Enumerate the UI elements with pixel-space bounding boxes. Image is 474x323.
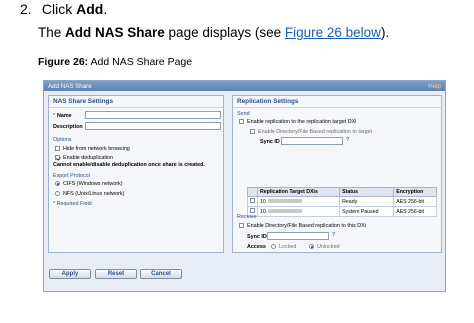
figure-caption-label: Figure 26: (38, 56, 89, 68)
send-sync-id-help-icon[interactable]: ? (346, 137, 349, 143)
desc-suffix: ). (380, 25, 390, 40)
row-encryption: AES 256-bit (393, 206, 437, 217)
nfs-radio[interactable] (55, 191, 60, 196)
name-label: Name (57, 113, 72, 119)
table-header-encryption: Encryption (393, 187, 437, 197)
add-nas-share-dialog: Add NAS Share Help NAS Share Settings * … (43, 80, 446, 292)
table-header-status: Status (339, 187, 395, 197)
send-section-label: Send (237, 111, 250, 117)
hide-browsing-checkbox[interactable] (55, 146, 60, 151)
name-input[interactable] (85, 111, 221, 119)
figure-caption: Figure 26: Add NAS Share Page (38, 56, 192, 68)
send-sync-id-label: Sync ID (260, 139, 280, 145)
table-header-target: Replication Target DXis (256, 187, 341, 197)
receive-sync-id-input[interactable] (267, 232, 329, 240)
step-instruction: 2. Click Add. (20, 1, 107, 17)
dialog-title: Add NAS Share (48, 82, 92, 90)
row-status: Ready (339, 196, 395, 207)
step-text-prefix: Click (41, 1, 77, 17)
enable-replication-label: Enable replication to the replication ta… (247, 119, 357, 125)
step-text-suffix: . (103, 1, 108, 17)
dedup-warning: Cannot enable/disable deduplication once… (53, 162, 205, 168)
help-link[interactable]: Help (428, 83, 441, 90)
cifs-label: CIFS (Windows network) (63, 181, 123, 187)
step-number: 2. (20, 1, 32, 17)
reset-button[interactable]: Reset (95, 269, 137, 279)
enable-dedup-checkbox[interactable] (55, 155, 60, 160)
figure-caption-text: Add NAS Share Page (88, 56, 193, 68)
dialog-titlebar: Add NAS Share Help (44, 81, 445, 91)
enable-replication-checkbox[interactable] (239, 119, 244, 124)
receive-section-label: Receive (237, 214, 257, 220)
enable-dir-file-label: Enable Directory/File Based replication … (258, 129, 373, 135)
locked-radio[interactable] (271, 244, 276, 249)
options-section-label: Options (53, 137, 72, 143)
table-row[interactable]: 10. Ready AES 256-bit (247, 196, 437, 207)
nfs-label: NFS (Unix/Linux network) (63, 191, 125, 197)
enable-receive-label: Enable Directory/File Based replication … (247, 223, 366, 229)
export-protocol-label: Export Protocol (53, 173, 90, 179)
description-label: Description (53, 124, 83, 130)
enable-dir-file-checkbox[interactable] (250, 129, 255, 134)
table-row[interactable]: 10. System Paused AES 256-bit (247, 206, 437, 217)
table-header-row: Replication Target DXis Status Encryptio… (247, 187, 437, 197)
apply-button[interactable]: Apply (49, 269, 91, 279)
locked-label: Locked (279, 244, 297, 250)
receive-sync-id-help-icon[interactable]: ? (332, 232, 335, 238)
hide-browsing-label: Hide from network browsing (63, 146, 130, 152)
desc-prefix: The (38, 25, 66, 40)
step-description: The Add NAS Share page displays (see Fig… (38, 25, 389, 40)
name-required-star: * (53, 113, 56, 119)
required-field-note: * Required Field (53, 201, 92, 207)
description-input[interactable] (85, 122, 221, 130)
desc-bold: Add NAS Share (65, 25, 165, 40)
unlocked-label: Unlocked (317, 244, 340, 250)
table-select-header (247, 187, 258, 197)
cifs-radio[interactable] (55, 181, 60, 186)
row-target: 10. (256, 206, 341, 217)
replication-targets-table: Replication Target DXis Status Encryptio… (247, 187, 437, 217)
replication-settings-panel: Replication Settings Send Enable replica… (232, 95, 442, 253)
receive-sync-id-label: Sync ID (247, 234, 267, 240)
enable-dedup-label: Enable deduplication (63, 155, 114, 161)
cancel-button[interactable]: Cancel (140, 269, 182, 279)
redacted-address (268, 209, 303, 214)
desc-middle: page displays (see (164, 25, 285, 40)
row-target: 10. (256, 196, 341, 207)
redacted-address (268, 199, 303, 204)
step-text-bold: Add (76, 1, 104, 17)
replication-settings-title: Replication Settings (233, 96, 441, 108)
row-status: System Paused (339, 206, 395, 217)
access-label: Access (247, 244, 266, 250)
nas-share-settings-title: NAS Share Settings (49, 96, 223, 108)
row-checkbox[interactable] (247, 196, 258, 207)
nas-share-settings-panel: NAS Share Settings * Name Description Op… (48, 95, 224, 253)
send-sync-id-input[interactable] (281, 137, 343, 145)
figure-link[interactable]: Figure 26 below (285, 25, 381, 40)
unlocked-radio[interactable] (309, 244, 314, 249)
enable-receive-checkbox[interactable] (239, 223, 244, 228)
row-encryption: AES 256-bit (393, 196, 437, 207)
